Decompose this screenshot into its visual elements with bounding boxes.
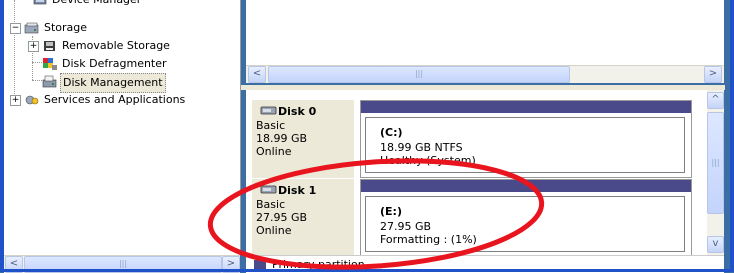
tree-item-label: Removable Storage xyxy=(62,39,170,52)
volume-health: Formatting : (1%) xyxy=(380,233,477,246)
console-tree: Device Manager − Storage + Removable Sto… xyxy=(4,0,241,255)
disk-info[interactable]: Disk 1 Basic 27.95 GB Online xyxy=(252,179,354,255)
tree-item-label: Storage xyxy=(44,21,88,34)
disk-size: 18.99 GB xyxy=(256,132,308,145)
disk-management-icon xyxy=(42,75,57,88)
scroll-right-button[interactable]: > xyxy=(704,66,722,83)
tree-item-label: Disk Management xyxy=(60,73,166,93)
scroll-down-button[interactable]: v xyxy=(707,236,724,253)
disk-drive-icon xyxy=(260,106,277,115)
volume-region[interactable]: (E:) 27.95 GB Formatting : (1%) xyxy=(360,179,692,255)
disk-status: Online xyxy=(256,145,292,158)
disk-status: Online xyxy=(256,224,292,237)
expand-expander[interactable]: + xyxy=(10,95,21,106)
storage-icon xyxy=(24,22,39,34)
primary-partition-bar xyxy=(361,101,691,113)
disk-drive-icon xyxy=(260,185,277,194)
volume-letter: (E:) xyxy=(380,205,402,218)
volume-health: Healthy (System) xyxy=(380,154,476,167)
volume-detail: 18.99 GB NTFS xyxy=(380,141,463,154)
list-horizontal-scrollbar[interactable]: < ||| > xyxy=(246,65,724,83)
disk-info[interactable]: Disk 0 Basic 18.99 GB Online xyxy=(252,100,354,178)
volume-letter: (C:) xyxy=(380,126,403,139)
disk-row: Disk 1 Basic 27.95 GB Online (E:) 27.95 … xyxy=(252,179,702,255)
scroll-thumb[interactable]: ||| xyxy=(268,66,570,83)
primary-partition-bar xyxy=(361,180,691,192)
tree-guide-line xyxy=(32,80,42,81)
tree-item-label: Disk Defragmenter xyxy=(62,57,167,70)
volume-box[interactable]: (C:) 18.99 GB NTFS Healthy (System) xyxy=(365,117,685,173)
disk-size: 27.95 GB xyxy=(256,211,308,224)
volume-list-pane: < ||| > xyxy=(246,0,724,83)
removable-storage-icon xyxy=(44,41,55,51)
volume-detail: 27.95 GB xyxy=(380,220,432,233)
graphical-disk-view: Disk 0 Basic 18.99 GB Online (C:) 18.99 … xyxy=(246,90,708,255)
disk-type: Basic xyxy=(256,198,286,211)
volume-box[interactable]: (E:) 27.95 GB Formatting : (1%) xyxy=(365,196,685,252)
disk-defragmenter-icon xyxy=(43,58,57,70)
collapse-expander[interactable]: − xyxy=(10,23,21,34)
scroll-thumb[interactable]: ||| xyxy=(707,112,724,214)
tree-guide-line xyxy=(32,62,42,63)
computer-management-window: Device Manager − Storage + Removable Sto… xyxy=(0,0,734,273)
tree-item-label: Services and Applications xyxy=(44,93,186,106)
disk-name: Disk 0 xyxy=(278,105,317,118)
scroll-left-button[interactable]: < xyxy=(248,66,266,83)
disk-row: Disk 0 Basic 18.99 GB Online (C:) 18.99 … xyxy=(252,100,702,178)
disk-view-vertical-scrollbar[interactable]: ^ ||| v xyxy=(707,90,724,255)
device-manager-icon xyxy=(33,0,47,5)
services-icon xyxy=(25,95,39,105)
window-border-right xyxy=(730,0,734,272)
scroll-up-button[interactable]: ^ xyxy=(707,92,724,109)
expand-expander[interactable]: + xyxy=(28,41,39,52)
disk-type: Basic xyxy=(256,119,286,132)
tree-item-label: Device Manager xyxy=(50,0,143,9)
disk-name: Disk 1 xyxy=(278,184,317,197)
tree-guide-line xyxy=(14,0,15,100)
volume-region[interactable]: (C:) 18.99 GB NTFS Healthy (System) xyxy=(360,100,692,178)
